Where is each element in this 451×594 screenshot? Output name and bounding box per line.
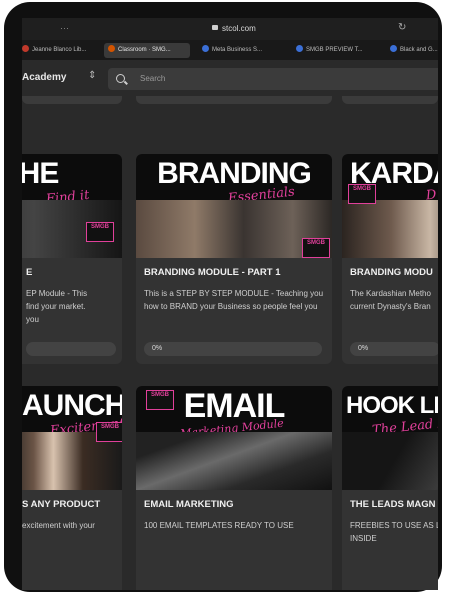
browser-tab[interactable]: Jeanne Blanco Lib... [22, 43, 98, 58]
reload-icon[interactable]: ↻ [398, 22, 406, 33]
lock-icon [212, 25, 218, 30]
browser-tab[interactable]: SMGB PREVIEW T... [292, 43, 378, 58]
course-thumbnail: EMAIL Marketing Module SMGB [136, 386, 332, 490]
course-description: FREEBIES TO USE AS L INSIDE [350, 521, 438, 543]
tablet-screen: ··· stcol.com ↻ Jeanne Blanco Lib... Cla… [22, 18, 438, 590]
course-title: BRANDING MODULE - PART 1 [144, 267, 281, 278]
course-description: 100 EMAIL TEMPLATES READY TO USE [144, 521, 294, 530]
laptop-photo [136, 432, 332, 490]
progress-bar: 0% [144, 342, 322, 356]
course-thumbnail: KARDA D SMGB [342, 154, 438, 258]
tab-favicon-icon [108, 45, 115, 52]
progress-label: 0% [358, 345, 369, 352]
brand-logo: SMGB [146, 390, 174, 410]
browser-tab-active[interactable]: Classroom · SMG... [104, 43, 190, 58]
brand-logo: SMGB [348, 184, 376, 204]
course-card[interactable]: BRANDING Essentials SMGB BRANDING MODULE… [136, 154, 332, 364]
more-icon[interactable]: ··· [60, 23, 69, 33]
tab-favicon-icon [202, 45, 209, 52]
course-thumbnail: BRANDING Essentials SMGB [136, 154, 332, 258]
brand-logo: SMGB [302, 238, 330, 258]
course-thumbnail: NICHE Find it SMGB [22, 154, 122, 258]
course-card[interactable]: KARDA D SMGB BRANDING MODU The Kardashia… [342, 154, 438, 364]
course-description: EP Module - This find your market. you [26, 289, 88, 324]
browser-tab[interactable]: Black and G... [386, 43, 438, 58]
course-title: THE LEADS MAGN [350, 499, 436, 510]
progress-label: 0% [152, 345, 163, 352]
brand-logo: SMGB [86, 222, 114, 242]
course-description: excitement with your [22, 521, 95, 530]
course-description: This is a STEP BY STEP MODULE - Teaching… [144, 289, 324, 311]
course-card[interactable]: NICHE Find it SMGB E EP Module - This fi… [22, 154, 122, 364]
course-card[interactable]: HOOK LINE The Lead Magn THE LEADS MAGN F… [342, 386, 438, 590]
brand-logo: SMGB [96, 422, 122, 442]
course-title: EMAIL MARKETING [144, 499, 234, 510]
course-description: The Kardashian Metho current Dynasty's B… [350, 289, 431, 311]
family-photo [342, 200, 438, 258]
card-edge [136, 96, 332, 104]
url-text[interactable]: stcol.com [222, 24, 256, 33]
card-edge [22, 96, 122, 104]
course-card[interactable]: AUNCH Excitement SMGB S ANY PRODUCT exci… [22, 386, 122, 590]
tab-favicon-icon [390, 45, 397, 52]
thumbnail-title: NICHE [22, 157, 59, 190]
hand-photo [342, 432, 438, 490]
tab-favicon-icon [296, 45, 303, 52]
course-title: BRANDING MODU [350, 267, 433, 278]
browser-tab-strip: Jeanne Blanco Lib... Classroom · SMG... … [22, 40, 438, 60]
academy-name[interactable]: s Academy [22, 72, 66, 83]
app-header: s Academy ⇕ Search [22, 60, 438, 96]
progress-bar: 0% [350, 342, 438, 356]
course-thumbnail: AUNCH Excitement SMGB [22, 386, 122, 490]
browser-tab[interactable]: Meta Business S... [198, 43, 284, 58]
search-icon [116, 74, 125, 83]
course-thumbnail: HOOK LINE The Lead Magn [342, 386, 438, 490]
search-placeholder: Search [140, 74, 166, 83]
progress-bar [26, 342, 116, 356]
course-card[interactable]: EMAIL Marketing Module SMGB EMAIL MARKET… [136, 386, 332, 590]
course-title: S ANY PRODUCT [22, 499, 101, 510]
search-input[interactable]: Search [108, 68, 438, 90]
url-bar[interactable]: ··· stcol.com ↻ [22, 18, 438, 40]
tab-favicon-icon [22, 45, 29, 52]
card-edge [342, 96, 438, 104]
course-title: E [26, 267, 33, 278]
switcher-chevron-icon[interactable]: ⇕ [88, 70, 96, 81]
thumbnail-title: BRANDING [157, 157, 312, 190]
